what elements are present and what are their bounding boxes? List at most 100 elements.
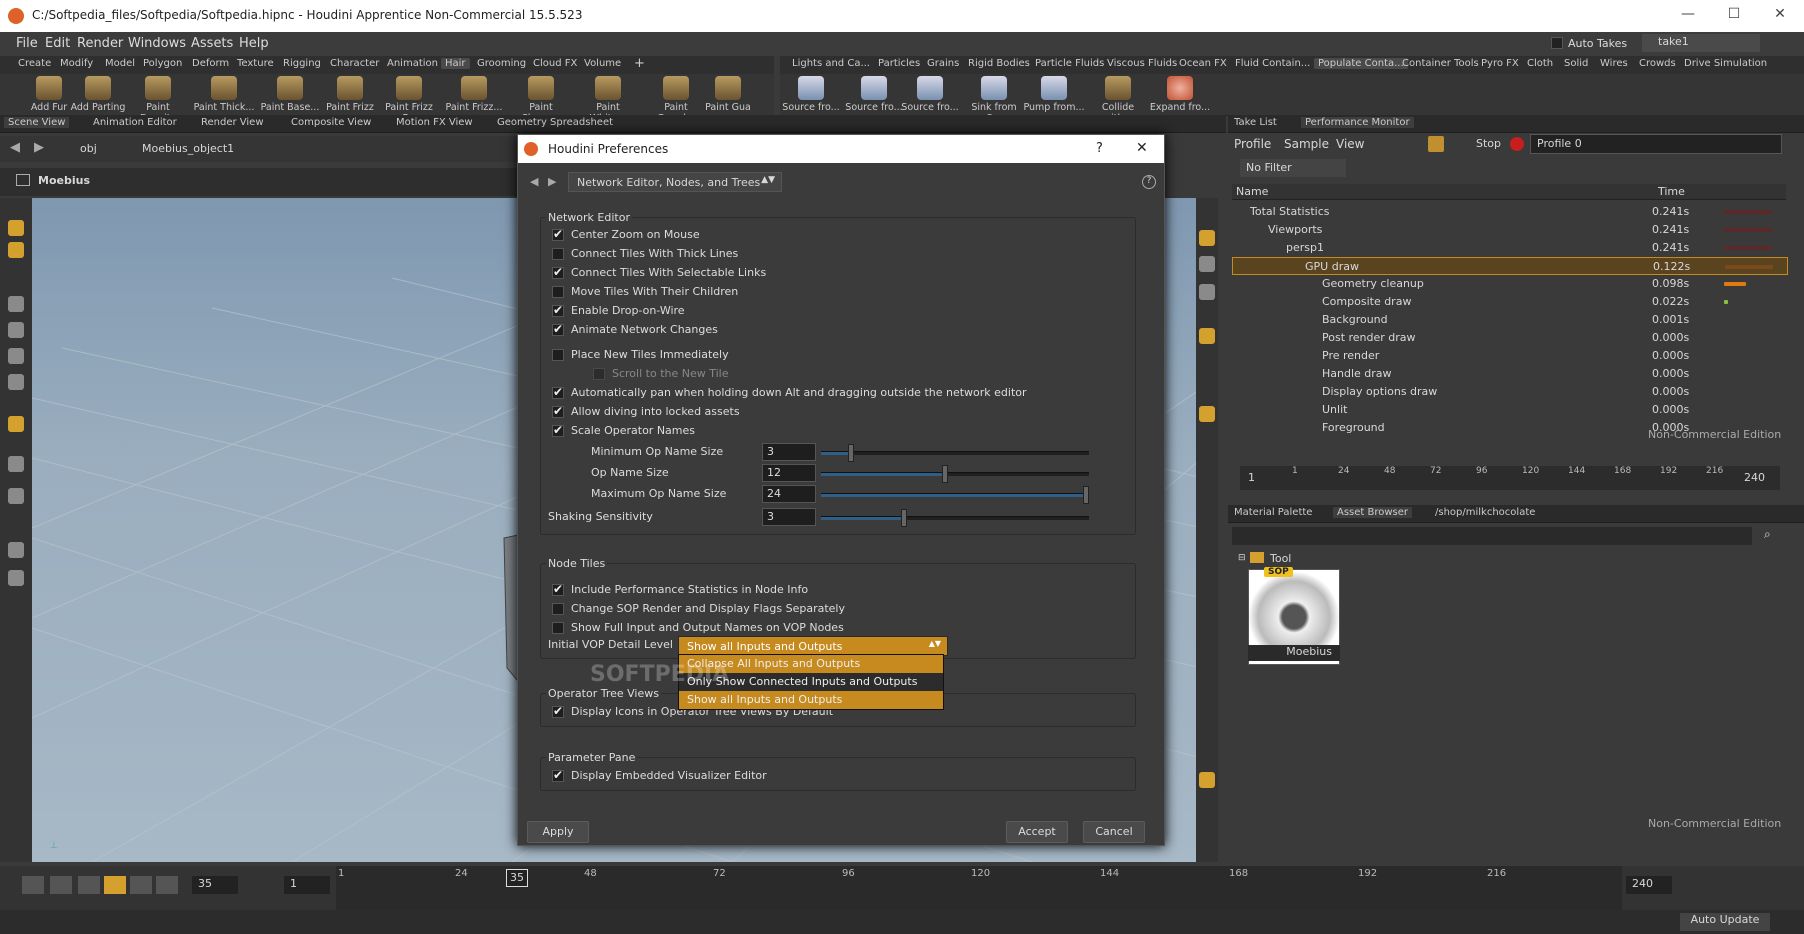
accept-button[interactable]: Accept [1006,821,1068,843]
shelf-tab-wires[interactable]: Wires [1596,58,1632,69]
tool-paint-gua[interactable]: Paint Gua [703,76,753,113]
display-icon[interactable] [1199,230,1215,246]
maximize-button[interactable]: ☐ [1711,6,1757,22]
back-arrow-icon[interactable]: ◀ [530,175,538,188]
perf-row[interactable]: Composite draw 0.022s [1232,293,1788,311]
tab-geometry-spreadsheet[interactable]: Geometry Spreadsheet [497,117,613,128]
frame-field[interactable]: 35 [192,876,238,894]
cb-scroll-new-tile[interactable] [593,368,605,380]
tab-asset-browser[interactable]: Asset Browser [1333,507,1413,518]
rotate-icon[interactable] [8,348,24,364]
cb-place-immediately[interactable] [552,349,564,361]
shelf-tab-animation[interactable]: Animation [383,58,442,69]
auto-update-button[interactable]: Auto Update [1680,913,1770,931]
cb-scale-op-names[interactable] [552,423,564,437]
close-button[interactable]: ✕ [1757,6,1803,22]
col-time[interactable]: Time [1658,185,1685,198]
shelf-tab-deform[interactable]: Deform [188,58,233,69]
tab-motion-fx-view[interactable]: Motion FX View [396,117,473,128]
play-icon[interactable] [130,876,152,894]
slider-knob[interactable] [847,444,854,462]
minimize-button[interactable]: — [1665,6,1711,22]
handle-icon[interactable] [8,416,24,432]
op-size-field[interactable]: 12 [762,464,816,482]
current-frame-marker[interactable]: 35 [506,869,528,887]
path-root[interactable]: obj [80,142,97,155]
shelf-tab-volume[interactable]: Volume [580,58,625,69]
tool-pump-from[interactable]: Pump from... [1023,76,1085,113]
option-show-all[interactable]: Show all Inputs and Outputs [679,691,943,709]
shelf-tab-drive-simulation[interactable]: Drive Simulation [1680,58,1771,69]
shelf-tab-rigid-bodies[interactable]: Rigid Bodies [964,58,1034,69]
path-node[interactable]: Moebius_object1 [142,142,234,155]
cb-center-zoom[interactable] [552,227,564,241]
cb-move-children[interactable] [552,286,564,298]
shelf-tab-pyro-fx[interactable]: Pyro FX [1477,58,1523,69]
go-end-icon[interactable] [156,876,178,894]
dialog-help-button[interactable]: ? [1096,141,1103,156]
cb-perf-stats[interactable] [552,582,564,596]
menu-file[interactable]: File [16,36,38,51]
category-select[interactable]: Network Editor, Nodes, and Trees ▲▼ [568,172,782,192]
shelf-tab-fluid-container[interactable]: Fluid Contain... [1231,58,1314,69]
lock-icon[interactable] [1199,256,1215,272]
tool-source-from-3[interactable]: Source fro... [899,76,961,113]
shelf-tab-character[interactable]: Character [326,58,383,69]
cb-vop-names[interactable] [552,622,564,634]
perf-row[interactable]: Handle draw 0.000s [1232,365,1788,383]
perf-row[interactable]: Display options draw 0.000s [1232,383,1788,401]
search-icon[interactable]: ⌕ [1764,527,1771,542]
perf-row[interactable]: Background 0.001s [1232,311,1788,329]
tab-material-palette[interactable]: Material Palette [1234,507,1312,518]
shelf-tab-viscous-fluids[interactable]: Viscous Fluids [1103,58,1181,69]
cb-dive-locked[interactable] [552,404,564,418]
filter-select[interactable]: No Filter [1240,159,1346,177]
auto-takes-checkbox[interactable] [1551,37,1563,49]
broom-icon[interactable] [1428,136,1444,152]
cb-tree-icons[interactable] [552,704,564,718]
perf-row[interactable]: Total Statistics 0.241s [1232,203,1788,221]
forward-arrow-icon[interactable]: ▶ [548,175,556,188]
scale-icon[interactable] [8,374,24,390]
end-frame-field[interactable]: 240 [1626,876,1672,894]
perf-row[interactable]: Viewports 0.241s [1232,221,1788,239]
vop-detail-select[interactable]: Show all Inputs and Outputs ▲▼ [678,636,948,656]
max-op-slider[interactable] [821,486,1089,504]
min-op-slider[interactable] [821,444,1089,462]
stop-button[interactable]: Stop [1476,137,1501,150]
shelf-tab-particle-fluids[interactable]: Particle Fluids [1031,58,1108,69]
help-icon[interactable]: ? [1142,175,1156,189]
col-name[interactable]: Name [1236,185,1268,198]
select-tool-icon[interactable] [8,220,24,236]
cam-icon[interactable] [1199,284,1215,300]
view-tool-icon[interactable] [8,242,24,258]
light-link-icon[interactable] [1199,328,1215,344]
snap-icon[interactable] [8,456,24,472]
tab-render-view[interactable]: Render View [201,117,264,128]
shelf-tab-cloud-fx[interactable]: Cloud FX [529,58,581,69]
record-icon[interactable] [1510,137,1524,151]
shelf-tab-texture[interactable]: Texture [233,58,278,69]
tab-composite-view[interactable]: Composite View [291,117,371,128]
op-size-slider[interactable] [821,465,1089,483]
menu-render[interactable]: Render [77,36,123,51]
back-arrow-icon[interactable]: ◀ [10,140,20,155]
play-back-icon[interactable] [78,876,100,894]
shelf-tab-populate-containers[interactable]: Populate Conta... [1314,58,1408,69]
shelf-tab-particles[interactable]: Particles [874,58,924,69]
dialog-close-button[interactable]: ✕ [1136,140,1148,156]
menu-help[interactable]: Help [239,36,269,51]
collapse-icon[interactable]: ⊟ [1238,553,1246,563]
tool-paint-frizz[interactable]: Paint Frizz [319,76,381,113]
cb-animate-network[interactable] [552,322,564,336]
tab-performance-monitor[interactable]: Performance Monitor [1301,117,1414,128]
shelf-tab-grains[interactable]: Grains [923,58,963,69]
perf-row[interactable]: GPU draw 0.122s [1232,257,1788,275]
cb-sop-flags[interactable] [552,603,564,615]
step-back-icon[interactable] [50,876,72,894]
slider-knob[interactable] [941,465,948,483]
shelf-tab-polygon[interactable]: Polygon [139,58,186,69]
magnet-icon[interactable] [8,488,24,504]
perf-row[interactable]: Post render draw 0.000s [1232,329,1788,347]
tool-paint-base[interactable]: Paint Base... [259,76,321,113]
